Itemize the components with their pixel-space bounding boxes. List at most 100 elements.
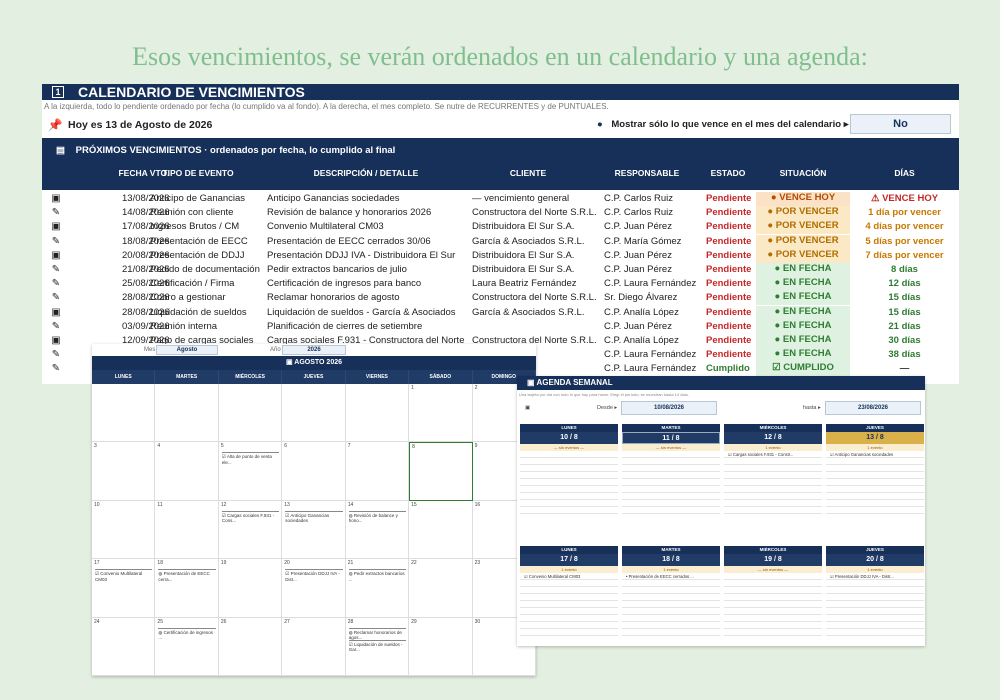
calendar-day-cell[interactable]: 29: [409, 617, 473, 676]
table-row[interactable]: ▣ 28/08/2026 Liquidación de sueldos Liquida…: [42, 305, 959, 320]
calendar-day-cell[interactable]: 26: [218, 617, 283, 676]
sheet-title: CALENDARIO DE VENCIMIENTOS: [78, 84, 305, 100]
table-row[interactable]: ✎ 25/08/2026 Certificación / Firma Certific…: [42, 277, 959, 292]
cell-estado: Pendiente: [706, 292, 752, 304]
agenda-day-card[interactable]: MARTES 18 / 81 evento • Presentación de EE…: [622, 546, 720, 642]
calendar-event[interactable]: ◍ Presentación de EECC cerra...: [158, 569, 216, 582]
day-number: 16: [474, 501, 481, 508]
cell-resp: C.P. María Gómez: [604, 235, 682, 247]
calendar-day-cell[interactable]: 22: [409, 559, 473, 618]
table-row[interactable]: ✎ 18/08/2026 Presentación de EECC Presentac…: [42, 234, 959, 249]
weekday-label: JUEVES: [282, 370, 346, 384]
day-number: 5: [220, 443, 224, 450]
agenda-day-name: MIÉRCOLES: [724, 424, 822, 432]
day-number: 1: [411, 385, 414, 391]
cell-estado: Pendiente: [706, 320, 752, 332]
hasta-input[interactable]: 23/08/2026: [825, 401, 921, 415]
agenda-day-card[interactable]: MIÉRCOLES 19 / 8— sin eventos —: [724, 546, 822, 642]
calendar-day-cell[interactable]: 25: [155, 617, 219, 676]
agenda-day-name: JUEVES: [826, 546, 924, 554]
cell-tipo: Ingresos Brutos / CM: [150, 221, 240, 233]
calendar-day-cell[interactable]: 4: [155, 442, 219, 501]
calendar-event[interactable]: ◍ Certificación de ingresos ...: [158, 627, 216, 641]
calendar-event[interactable]: ☑ Convenio Multilateral CM03: [95, 569, 153, 582]
calendar-day-cell[interactable]: [155, 384, 219, 443]
calendar-day-cell[interactable]: 27: [282, 617, 346, 676]
agenda-day-card[interactable]: MARTES 11 / 8— sin eventos —: [622, 424, 720, 520]
agenda-event[interactable]: ☑ Anticipo Ganancias sociedades: [830, 452, 893, 457]
calendar-day-cell[interactable]: 14: [345, 500, 410, 560]
table-row[interactable]: ✎ 21/08/2026 Pedido de documentación Pedir …: [42, 263, 959, 277]
cell-cliente: García & Asociados S.R.L.: [472, 235, 585, 247]
calendar-day-cell[interactable]: 19: [218, 559, 283, 618]
table-row[interactable]: ✎ 03/09/2026 Reunión interna Planificación …: [42, 319, 959, 334]
calendar-day-cell[interactable]: 8: [409, 442, 473, 501]
cell-desc: Certificación de ingresos para banco: [267, 278, 422, 290]
calendar-day-cell[interactable]: 15: [409, 500, 473, 560]
calendar-day-cell[interactable]: 3: [92, 442, 156, 501]
calendar-icon: ▣: [51, 335, 61, 346]
cell-tipo: Pedido de documentación: [150, 264, 260, 275]
calendar-day-cell[interactable]: 5: [218, 442, 283, 501]
document-icon: ▤: [56, 145, 65, 156]
cell-dias: ⚠ VENCE HOY: [870, 193, 939, 204]
desde-input[interactable]: 10/08/2026: [621, 401, 717, 415]
calendar-day-cell[interactable]: 18: [155, 559, 219, 618]
calendar-event[interactable]: ◍ Pedir extractos bancarios ...: [348, 569, 407, 582]
cell-cliente: Distribuidora El Sur S.A.: [472, 264, 575, 275]
calendar-event[interactable]: ☑ Cargas sociales F.931 - Cons...: [221, 510, 280, 524]
day-number: 30: [474, 618, 481, 625]
month-select[interactable]: Agosto: [156, 345, 218, 355]
pin-icon: ✎: [51, 235, 61, 247]
agenda-day-card[interactable]: JUEVES 13 / 81 evento ☑ Anticipo Ganancias…: [826, 424, 924, 520]
calendar-day-cell[interactable]: 13: [282, 500, 346, 560]
calendar-day-cell[interactable]: 10: [92, 500, 156, 560]
cell-resp: C.P. Juan Pérez: [604, 221, 672, 233]
cell-tipo: Liquidación de sueldos: [150, 306, 247, 318]
calendar-icon: ▣: [51, 306, 61, 318]
year-select[interactable]: 2026: [282, 345, 346, 355]
cell-estado: Cumplido: [706, 363, 750, 375]
calendar-event[interactable]: ☑ Alta de punto de venta ele...: [221, 452, 280, 465]
table-row[interactable]: ✎ 14/08/2026 Reunión con cliente Revisión d…: [42, 206, 959, 221]
calendar-day-cell[interactable]: [218, 384, 283, 443]
filter-dropdown[interactable]: No: [850, 114, 951, 134]
agenda-event[interactable]: ☑ Presentación DDJJ IVA - Distr...: [830, 574, 894, 579]
agenda-day-card[interactable]: JUEVES 20 / 81 evento ☑ Presentación DDJJ …: [826, 546, 924, 642]
calendar-day-cell[interactable]: 1: [409, 384, 473, 443]
calendar-event[interactable]: ☑ Liquidación de sueldos - Gar...: [348, 639, 407, 653]
calendar-day-cell[interactable]: 24: [92, 617, 156, 676]
headline: Esos vencimientos, se verán ordenados en…: [132, 42, 868, 71]
section-number: 1: [52, 86, 64, 98]
table-row[interactable]: ▣ 13/08/2026 Anticipo de Ganancias Anticipo…: [42, 192, 959, 206]
agenda-day-card[interactable]: LUNES 17 / 81 evento ☑ Convenio Multilater…: [520, 546, 618, 642]
day-number: 4: [157, 443, 161, 450]
day-number: 15: [411, 501, 417, 508]
cell-tipo: Reunión con cliente: [150, 207, 234, 219]
calendar-event[interactable]: ☑ Presentación DDJJ IVA - Dist...: [285, 569, 343, 582]
calendar-day-cell[interactable]: [282, 384, 346, 443]
calendar-day-cell[interactable]: [345, 384, 410, 443]
calendar-event[interactable]: ☑ Anticipo Ganancias sociedades: [285, 510, 343, 524]
calendar-day-cell[interactable]: 6: [282, 442, 346, 501]
calendar-day-cell[interactable]: 21: [345, 559, 410, 618]
calendar-day-cell[interactable]: 11: [155, 500, 219, 560]
agenda-event[interactable]: • Presentación de EECC cerrados ...: [626, 574, 694, 579]
cell-resp: C.P. Carlos Ruiz: [604, 207, 673, 219]
table-row[interactable]: ▣ 17/08/2026 Ingresos Brutos / CM Convenio …: [42, 220, 959, 235]
calendar-event[interactable]: ◍ Revisión de balance y hono...: [348, 510, 407, 524]
calendar-day-cell[interactable]: 17: [92, 559, 156, 618]
agenda-event[interactable]: ☑ Convenio Multilateral CM03: [524, 574, 580, 579]
calendar-day-cell[interactable]: 20: [282, 559, 346, 618]
table-row[interactable]: ✎ 28/08/2026 Cobro a gestionar Reclamar hon…: [42, 291, 959, 306]
calendar-day-cell[interactable]: 7: [345, 442, 410, 501]
calendar-day-cell[interactable]: 12: [218, 500, 283, 560]
agenda-event[interactable]: ☑ Cargas sociales F.931 - Constr...: [728, 452, 793, 457]
agenda-day-card[interactable]: MIÉRCOLES 12 / 81 evento ☑ Cargas sociales…: [724, 424, 822, 520]
day-number: 8: [412, 444, 415, 451]
day-number: 20: [284, 560, 290, 567]
cell-desc: Reclamar honorarios de agosto: [267, 292, 400, 304]
table-row[interactable]: ▣ 20/08/2026 Presentación de DDJJ Presentac…: [42, 248, 959, 263]
agenda-day-card[interactable]: LUNES 10 / 8— sin eventos —: [520, 424, 618, 520]
calendar-day-cell[interactable]: [92, 384, 156, 443]
